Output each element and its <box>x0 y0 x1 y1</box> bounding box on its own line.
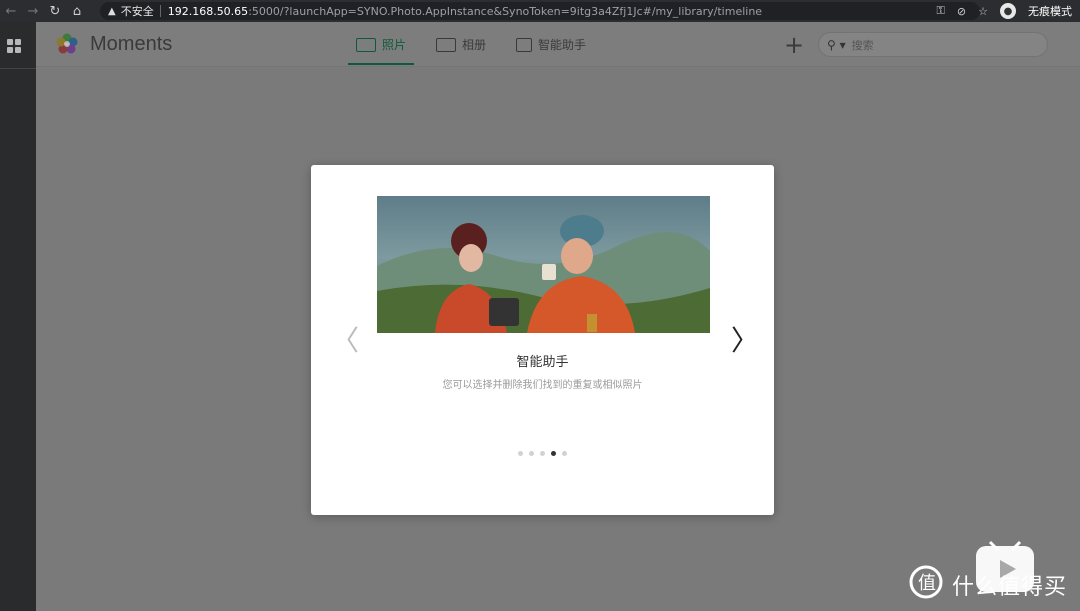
url-separator <box>159 5 161 17</box>
insecure-label[interactable]: 不安全 <box>121 3 154 19</box>
album-icon <box>436 37 457 52</box>
left-rail <box>0 22 36 611</box>
apps-grid-icon[interactable] <box>7 39 21 53</box>
key-icon[interactable]: ⚿ <box>937 4 945 18</box>
pagination-dot[interactable] <box>518 451 523 456</box>
pagination-dot[interactable] <box>562 451 567 456</box>
app-name: Moments <box>90 33 173 55</box>
onboarding-dialog: 〈 〉 智能助手 您可以选择并删除我们找到的重复或相似照片 <box>311 165 774 515</box>
incognito-label[interactable]: 无痕模式 <box>1028 3 1072 19</box>
dialog-description: 您可以选择并删除我们找到的重复或相似照片 <box>442 380 643 391</box>
search-placeholder: 搜索 <box>851 38 874 52</box>
app-header: Moments 照片 相册 智能助手 + ⚲ ▾ 搜索 <box>36 22 1080 67</box>
add-button[interactable]: + <box>784 31 804 59</box>
browser-actions: ⚿ ⊘ ☆ ● 无痕模式 <box>937 0 1072 22</box>
tab-label: 相册 <box>462 38 487 52</box>
warning-icon: ▲ <box>108 5 116 17</box>
photo-icon <box>356 37 376 52</box>
pagination-dot[interactable] <box>529 451 534 456</box>
slide-pagination <box>311 451 774 456</box>
browser-toolbar: ← → ↻ ⌂ ▲ 不安全 192.168.50.65 :5000/?launc… <box>0 0 1080 22</box>
tab-photos[interactable]: 照片 <box>348 22 415 67</box>
svg-text:值: 值 <box>918 573 936 594</box>
tab-smart-assistant[interactable]: 智能助手 <box>508 22 594 67</box>
pagination-dot[interactable] <box>540 451 545 456</box>
star-icon[interactable]: ☆ <box>978 5 988 18</box>
moments-logo-icon <box>56 33 78 54</box>
search-icon: ⚲ ▾ <box>827 37 846 52</box>
pagination-dot-active[interactable] <box>551 451 556 456</box>
address-bar[interactable]: ▲ 不安全 192.168.50.65 :5000/?launchApp=SYN… <box>100 2 980 20</box>
back-icon[interactable]: ← <box>0 0 22 22</box>
tab-label: 智能助手 <box>538 38 587 52</box>
hero-illustration <box>377 196 710 333</box>
reload-icon[interactable]: ↻ <box>44 0 66 22</box>
eye-off-icon[interactable]: ⊘ <box>957 5 966 18</box>
gift-icon <box>516 37 533 52</box>
tab-albums[interactable]: 相册 <box>428 22 494 67</box>
main-tabs: 照片 相册 智能助手 <box>348 22 608 67</box>
watermark-text: 什么值得买 <box>952 575 1068 600</box>
home-icon[interactable]: ⌂ <box>66 0 88 22</box>
tab-label: 照片 <box>382 38 407 52</box>
url-host: 192.168.50.65 <box>167 4 249 18</box>
dialog-title: 智能助手 <box>516 355 569 370</box>
rail-divider <box>0 68 36 69</box>
url-path: :5000/?launchApp=SYNO.Photo.AppInstance&… <box>248 4 763 18</box>
incognito-icon[interactable]: ● <box>1000 3 1016 19</box>
search-input[interactable]: ⚲ ▾ 搜索 <box>818 32 1048 57</box>
forward-icon[interactable]: → <box>22 0 44 22</box>
